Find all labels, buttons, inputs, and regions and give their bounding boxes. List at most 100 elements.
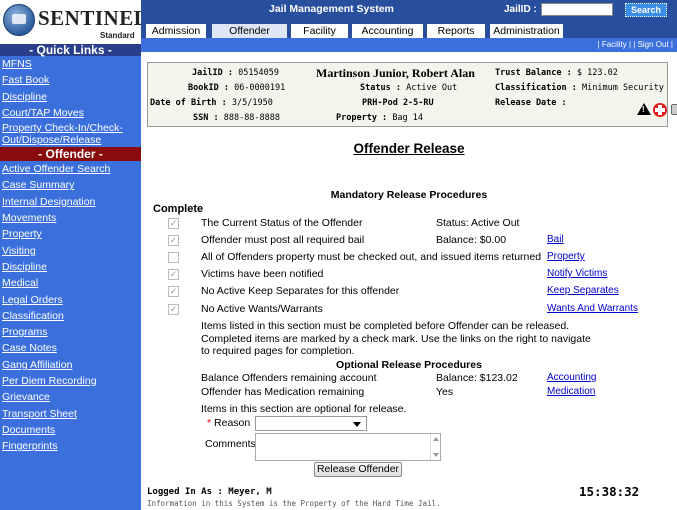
sidebar-item-transport-sheet[interactable]: Transport Sheet — [0, 406, 141, 422]
notify-victims-link[interactable]: Notify Victims — [547, 268, 607, 279]
photo-icon[interactable] — [671, 104, 677, 115]
procedure-value: Balance: $0.00 — [436, 234, 507, 246]
sentinel-logo: SENTINEL Standard — [0, 0, 148, 46]
mandatory-row: ✓ No Active Wants/Warrants Wants And War… — [141, 303, 677, 319]
keep-separates-link[interactable]: Keep Separates — [547, 285, 619, 296]
sidebar-item-classification[interactable]: Classification — [0, 308, 141, 324]
bookid-label: BookID : — [188, 83, 229, 93]
mandatory-row: ✓ Victims have been notified Notify Vict… — [141, 268, 677, 284]
sidebar-item-grievance[interactable]: Grievance — [0, 389, 141, 405]
dob-value: 3/5/1950 — [231, 98, 273, 108]
facility-link[interactable]: | Facility | — [598, 40, 632, 49]
complete-checkbox[interactable]: ✓ — [168, 218, 179, 229]
logo-brand: SENTINEL — [38, 6, 149, 30]
jailid-value: 05154059 — [238, 68, 280, 78]
trust-balance-label: Trust Balance : — [495, 68, 572, 78]
sidebar-item-fast-book[interactable]: Fast Book — [0, 72, 141, 88]
complete-checkbox[interactable]: ✓ — [168, 304, 179, 315]
reason-label: * Reason — [207, 417, 250, 429]
complete-column-header: Complete — [153, 203, 204, 215]
medical-alert-icon[interactable] — [653, 103, 667, 117]
classification-label: Classification : — [495, 83, 577, 93]
quick-links-header: - Quick Links - — [0, 44, 141, 56]
complete-checkbox[interactable]: ✓ — [168, 269, 179, 280]
sidebar: - Quick Links - MFNS Fast Book Disciplin… — [0, 44, 141, 510]
warning-icon[interactable] — [637, 103, 651, 115]
sidebar-item-gang-affiliation[interactable]: Gang Affiliation — [0, 357, 141, 373]
mandatory-instructions: Completed items are marked by a check ma… — [201, 333, 591, 357]
mandatory-note: Items listed in this section must be com… — [201, 320, 570, 332]
optional-row: Balance Offenders remaining account Bala… — [201, 372, 671, 386]
logged-in-user: Logged In As : Meyer, M — [147, 487, 272, 497]
required-marker: * — [207, 417, 212, 429]
procedure-value: Status: Active Out — [436, 217, 520, 229]
sidebar-item-active-offender-search[interactable]: Active Offender Search — [0, 161, 141, 177]
sidebar-item-legal-orders[interactable]: Legal Orders — [0, 292, 141, 308]
procedure-value: Yes — [436, 386, 454, 398]
jailid-search-input[interactable] — [541, 3, 613, 16]
search-button[interactable]: Search — [625, 3, 667, 17]
sidebar-item-internal-designation[interactable]: Internal Designation — [0, 194, 141, 210]
property-link[interactable]: Property — [547, 251, 585, 262]
comments-textarea[interactable] — [255, 433, 441, 461]
jailid-search-label: JailID : — [504, 4, 537, 15]
sidebar-item-movements[interactable]: Movements — [0, 210, 141, 226]
medication-link[interactable]: Medication — [547, 386, 595, 397]
sidebar-item-discipline-quick[interactable]: Discipline — [0, 89, 141, 105]
sidebar-item-mfns[interactable]: MFNS — [0, 56, 141, 72]
tab-admission[interactable]: Admission — [146, 24, 206, 38]
property-label: Property : — [336, 113, 388, 123]
accounting-link[interactable]: Accounting — [547, 372, 596, 383]
sidebar-item-documents[interactable]: Documents — [0, 422, 141, 438]
tab-offender[interactable]: Offender — [212, 24, 287, 38]
sidebar-item-medical[interactable]: Medical — [0, 275, 141, 291]
sidebar-item-fingerprints[interactable]: Fingerprints — [0, 438, 141, 454]
sidebar-item-per-diem-recording[interactable]: Per Diem Recording — [0, 373, 141, 389]
tab-facility[interactable]: Facility — [291, 24, 348, 38]
logo-subtitle: Standard — [100, 31, 135, 40]
mandatory-section-title: Mandatory Release Procedures — [330, 189, 488, 201]
page-title: Offender Release — [353, 141, 465, 156]
reason-select[interactable] — [255, 416, 367, 431]
status-label: Status : — [360, 83, 401, 93]
clock: 15:38:32 — [579, 484, 640, 499]
mandatory-row: ✓ No Active Keep Separates for this offe… — [141, 285, 677, 301]
trust-balance-value: $ 123.02 — [576, 68, 618, 78]
optional-section-title: Optional Release Procedures — [336, 359, 482, 371]
property-value: Bag 14 — [392, 113, 424, 123]
procedure-label: Offender must post all required bail — [201, 234, 365, 246]
sidebar-item-case-summary[interactable]: Case Summary — [0, 177, 141, 193]
ssn-value: 888-88-8888 — [223, 113, 281, 123]
complete-checkbox[interactable] — [168, 252, 179, 263]
sidebar-item-case-notes[interactable]: Case Notes — [0, 340, 141, 356]
sidebar-item-property-check[interactable]: Property Check-In/Check-Out/Dispose/Rele… — [0, 121, 141, 147]
mandatory-row: ✓ Offender must post all required bail B… — [141, 234, 677, 250]
optional-row: Offender has Medication remaining Yes Me… — [201, 386, 671, 400]
complete-checkbox[interactable]: ✓ — [168, 286, 179, 297]
nav-bar: | Facility | | Sign Out | — [141, 38, 677, 52]
release-offender-button[interactable]: Release Offender — [314, 462, 402, 477]
tab-administration[interactable]: Administration — [490, 24, 563, 38]
sentinel-emblem-icon — [3, 4, 35, 36]
sidebar-item-visiting[interactable]: Visiting — [0, 243, 141, 259]
offender-info-panel: JailID : 05154059 BookID : 06-0000191 Da… — [147, 62, 677, 127]
complete-checkbox[interactable]: ✓ — [168, 235, 179, 246]
procedure-label: Balance Offenders remaining account — [201, 372, 377, 384]
bail-link[interactable]: Bail — [547, 234, 564, 245]
procedure-label: Offender has Medication remaining — [201, 386, 365, 398]
procedure-label: No Active Keep Separates for this offend… — [201, 285, 400, 297]
sidebar-item-programs[interactable]: Programs — [0, 324, 141, 340]
procedure-value: Balance: $123.02 — [436, 372, 518, 384]
sidebar-item-property[interactable]: Property — [0, 226, 141, 242]
jailid-label: JailID : — [192, 68, 233, 78]
tab-reports[interactable]: Reports — [427, 24, 485, 38]
bookid-value: 06-0000191 — [234, 83, 286, 93]
procedure-label: No Active Wants/Warrants — [201, 303, 323, 315]
nav-links: | Facility | | Sign Out | — [598, 40, 673, 49]
wants-warrants-link[interactable]: Wants And Warrants — [547, 303, 638, 314]
tab-accounting[interactable]: Accounting — [352, 24, 423, 38]
sign-out-link[interactable]: | Sign Out | — [633, 40, 673, 49]
sidebar-item-discipline[interactable]: Discipline — [0, 259, 141, 275]
comments-scrollbar[interactable] — [430, 434, 440, 460]
sidebar-item-court-moves[interactable]: Court/TAP Moves — [0, 105, 141, 121]
